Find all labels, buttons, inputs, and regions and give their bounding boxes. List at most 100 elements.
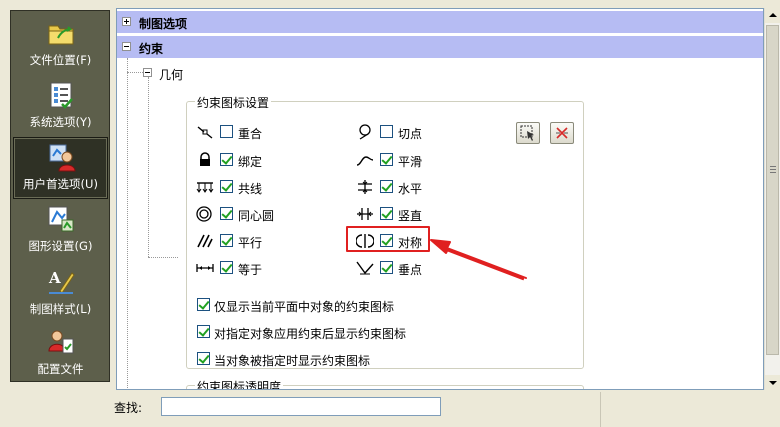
clear-all-icon	[556, 127, 568, 139]
arrow-up-icon	[769, 13, 777, 17]
checklist-icon	[50, 82, 73, 109]
tree-node-label: 几何	[159, 68, 184, 82]
constraint-item-vertical[interactable]: 竖直	[356, 206, 456, 223]
coincident-icon	[197, 126, 213, 139]
constraint-label: 同心圆	[238, 209, 275, 223]
fix-checkbox[interactable]	[220, 153, 233, 166]
sidebar-item-drafting-style[interactable]: A 制图样式(L)	[13, 263, 108, 325]
group-title: 约束图标透明度	[195, 378, 284, 389]
arrow-down-icon	[769, 381, 777, 385]
option-label: 当对象被指定时显示约束图标	[214, 354, 371, 368]
sidebar-item-system-options[interactable]: 系统选项(Y)	[13, 76, 108, 138]
constraint-item-tangent[interactable]: 切点	[356, 124, 456, 141]
current-plane-only-checkbox[interactable]	[197, 298, 210, 311]
expand-icon[interactable]	[122, 17, 131, 26]
tangent-checkbox[interactable]	[380, 125, 393, 138]
symmetric-icon	[356, 234, 374, 248]
constraint-item-perpendicular[interactable]: 垂点	[356, 260, 456, 277]
tree-connector	[127, 58, 128, 388]
tree-scrollbar[interactable]	[764, 8, 780, 390]
grip-line	[770, 166, 776, 167]
profile-icon	[48, 330, 74, 354]
constraint-item-equal[interactable]: 等于	[196, 260, 296, 277]
sidebar-item-graphics-settings[interactable]: 图形设置(G)	[13, 200, 108, 262]
sidebar-item-label: 系统选项(Y)	[29, 115, 92, 129]
sidebar-item-user-preferences[interactable]: 用户首选项(U)	[13, 137, 108, 199]
clear-all-button[interactable]	[550, 122, 574, 144]
constraint-label: 绑定	[238, 155, 263, 169]
search-label: 查找:	[114, 401, 143, 415]
graphics-settings-icon	[48, 206, 74, 232]
drafting-style-icon: A	[48, 269, 75, 294]
parallel-checkbox[interactable]	[220, 234, 233, 247]
constraint-label: 重合	[238, 127, 263, 141]
collapse-icon[interactable]	[122, 42, 131, 51]
concentric-checkbox[interactable]	[220, 207, 233, 220]
sidebar-item-label: 用户首选项(U)	[23, 177, 98, 191]
constraint-item-parallel[interactable]: 平行	[196, 233, 296, 250]
tree-node-drawing-options[interactable]: 制图选项	[117, 11, 763, 33]
horizontal-icon	[358, 180, 372, 194]
grip-line	[770, 172, 776, 173]
perpendicular-checkbox[interactable]	[380, 261, 393, 274]
constraint-item-collinear[interactable]: 共线	[196, 179, 296, 196]
equal-icon	[196, 264, 214, 272]
option-label: 仅显示当前平面中对象的约束图标	[214, 300, 395, 314]
tangent-icon	[359, 124, 371, 140]
tree-connector	[148, 77, 149, 257]
constraint-label: 竖直	[398, 209, 423, 223]
constraint-item-fix[interactable]: 绑定	[196, 152, 296, 169]
collinear-checkbox[interactable]	[220, 180, 233, 193]
sidebar-item-label: 配置文件	[37, 362, 84, 376]
tree-node-label: 制图选项	[139, 17, 188, 31]
parallel-icon	[197, 234, 213, 248]
tree-connector	[148, 257, 178, 258]
tree-node-geometry[interactable]: 几何	[117, 62, 317, 84]
symmetric-checkbox[interactable]	[380, 234, 393, 247]
folder-icon	[48, 25, 74, 45]
show-after-apply-checkbox[interactable]	[197, 325, 210, 338]
scroll-up-button[interactable]	[765, 8, 780, 23]
constraint-label: 等于	[238, 263, 263, 277]
constraint-label: 切点	[398, 127, 423, 141]
search-input[interactable]	[161, 397, 441, 416]
coincident-checkbox[interactable]	[220, 125, 233, 138]
constraint-label: 共线	[238, 182, 263, 196]
scroll-thumb[interactable]	[766, 25, 779, 355]
tree-node-constraints[interactable]: 约束	[117, 36, 763, 58]
horizontal-checkbox[interactable]	[380, 180, 393, 193]
smooth-checkbox[interactable]	[380, 153, 393, 166]
constraint-item-horizontal[interactable]: 水平	[356, 179, 456, 196]
option-label: 对指定对象应用约束后显示约束图标	[214, 327, 407, 341]
constraint-label: 垂点	[398, 263, 423, 277]
constraint-item-smooth[interactable]: 平滑	[356, 152, 456, 169]
constraint-label: 平行	[238, 236, 263, 250]
tree-node-label: 约束	[139, 42, 164, 56]
show-when-selected-checkbox[interactable]	[197, 352, 210, 365]
sidebar-item-label: 文件位置(F)	[29, 53, 92, 67]
constraint-item-concentric[interactable]: 同心圆	[196, 206, 296, 223]
collapse-icon[interactable]	[143, 68, 152, 77]
vertical-checkbox[interactable]	[380, 207, 393, 220]
concentric-icon	[196, 206, 212, 222]
sidebar-item-profile[interactable]: 配置文件	[13, 323, 108, 385]
divider	[600, 392, 601, 427]
select-all-button[interactable]	[516, 122, 540, 144]
group-title: 约束图标设置	[195, 94, 272, 111]
user-preferences-icon	[49, 144, 76, 172]
vertical-icon	[357, 208, 373, 220]
constraint-icon-settings-group: 约束图标设置 重合 绑定 共线 同心圆 平行 等于 切点 平滑 水平 竖直 对称…	[186, 94, 584, 369]
sidebar-item-file-locations[interactable]: 文件位置(F)	[13, 14, 108, 76]
equal-checkbox[interactable]	[220, 261, 233, 274]
options-tree: 制图选项 约束 几何 约束图标设置 重合 绑定 共线 同心圆 平行 等于 切点 …	[116, 8, 764, 390]
collinear-icon	[196, 182, 214, 193]
scroll-down-button[interactable]	[765, 375, 780, 390]
constraint-label: 水平	[398, 182, 423, 196]
constraint-item-coincident[interactable]: 重合	[196, 124, 296, 141]
lock-icon	[200, 152, 210, 166]
sidebar-item-label: 图形设置(G)	[28, 239, 93, 253]
grip-line	[770, 169, 776, 170]
constraint-item-symmetric[interactable]: 对称	[356, 233, 456, 250]
options-sidebar: 文件位置(F) 系统选项(Y) 用户首选项(U) 图形设置(G) A 制图样式(…	[10, 10, 110, 382]
sidebar-item-label: 制图样式(L)	[29, 302, 92, 316]
